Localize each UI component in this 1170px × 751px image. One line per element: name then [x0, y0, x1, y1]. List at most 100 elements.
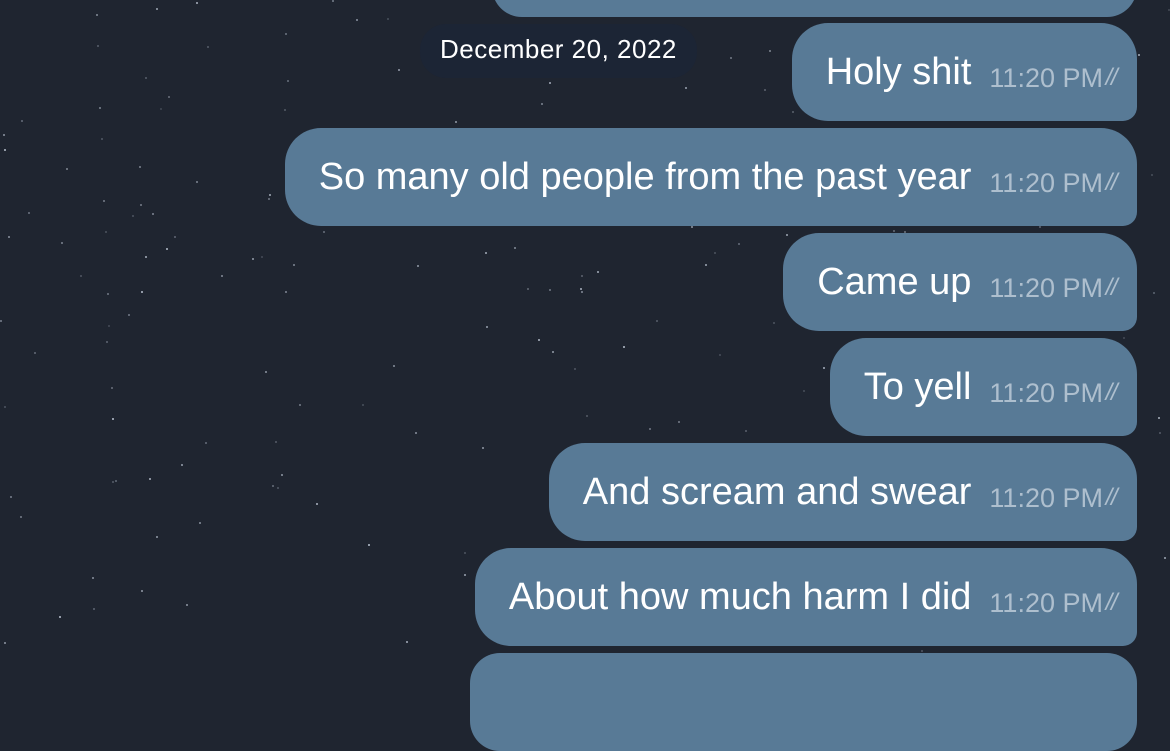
message-bubble-partial[interactable]: [492, 0, 1137, 17]
star: [0, 319, 3, 322]
star: [272, 485, 275, 488]
star: [19, 515, 22, 518]
star: [655, 319, 658, 322]
star: [486, 326, 489, 329]
star: [1158, 416, 1161, 419]
date-separator: December 20, 2022: [420, 24, 697, 78]
star: [541, 102, 544, 105]
star: [206, 46, 209, 49]
star: [623, 346, 626, 349]
star: [60, 242, 63, 245]
message-bubble[interactable]: So many old people from the past year 11…: [284, 128, 1137, 226]
star: [283, 109, 286, 112]
star: [131, 215, 134, 218]
star: [417, 264, 420, 267]
star: [152, 213, 155, 216]
star: [677, 421, 680, 423]
star: [773, 322, 776, 325]
message-bubble[interactable]: Came up 11:20 PM //: [783, 233, 1137, 331]
star: [405, 641, 408, 644]
star: [514, 247, 517, 250]
star: [269, 194, 272, 197]
star: [730, 56, 733, 59]
message-text: So many old people from the past year: [318, 155, 972, 198]
star: [261, 255, 264, 258]
star: [713, 252, 716, 255]
star: [464, 573, 466, 576]
star: [737, 243, 740, 246]
star: [159, 107, 162, 110]
star: [173, 236, 176, 239]
message-bubble[interactable]: To yell 11:20 PM //: [829, 338, 1137, 436]
message-time: 11:20 PM: [989, 587, 1103, 618]
star: [127, 313, 130, 316]
star: [285, 290, 288, 293]
star: [276, 487, 279, 490]
star: [221, 275, 224, 278]
star: [684, 86, 687, 89]
star: [705, 263, 708, 266]
star: [1158, 432, 1161, 435]
star: [156, 8, 159, 11]
star: [1137, 54, 1140, 57]
message-bubble[interactable]: Holy shit 11:20 PM //: [791, 23, 1137, 121]
message-time: 11:20 PM: [989, 272, 1103, 303]
star: [649, 427, 652, 430]
star: [99, 107, 102, 109]
message-text: And scream and swear: [582, 470, 972, 513]
star: [368, 543, 371, 546]
star: [112, 417, 115, 420]
message-bubble-partial[interactable]: [470, 653, 1137, 751]
star: [100, 138, 103, 141]
star: [893, 230, 896, 233]
message-bubble[interactable]: And scream and swear 11:20 PM //: [548, 443, 1137, 541]
star: [415, 431, 418, 434]
star: [285, 33, 288, 36]
star: [9, 496, 12, 499]
star: [141, 291, 144, 294]
star: [280, 473, 283, 476]
message-bubble[interactable]: About how much harm I did 11:20 PM //: [474, 548, 1137, 646]
star: [392, 365, 395, 368]
message-time: 11:20 PM: [989, 167, 1103, 198]
star: [4, 641, 7, 644]
star: [139, 166, 142, 169]
star: [95, 13, 98, 16]
star: [110, 386, 113, 389]
star: [823, 366, 826, 369]
star: [33, 352, 36, 355]
message-text: Came up: [817, 260, 972, 303]
message-time: 11:20 PM: [989, 482, 1103, 513]
star: [21, 119, 24, 122]
star: [482, 446, 485, 449]
star: [596, 271, 599, 274]
star: [3, 133, 6, 136]
message-text: About how much harm I did: [508, 575, 972, 618]
star: [763, 89, 766, 92]
message-text: Holy shit: [825, 50, 972, 93]
star: [745, 429, 748, 432]
star: [195, 180, 198, 183]
star: [551, 351, 554, 354]
star: [91, 576, 94, 579]
star: [93, 607, 96, 610]
star: [580, 275, 583, 278]
star: [718, 354, 721, 357]
star: [275, 440, 278, 443]
star: [8, 236, 11, 239]
star: [1150, 173, 1153, 176]
star: [791, 110, 794, 113]
star: [267, 197, 270, 200]
star: [548, 289, 551, 292]
message-time: 11:20 PM: [989, 377, 1103, 408]
star: [111, 480, 114, 483]
star: [168, 96, 171, 99]
star: [921, 650, 924, 653]
star: [114, 479, 117, 482]
star: [386, 18, 389, 21]
star: [180, 463, 183, 466]
star: [105, 340, 108, 343]
star: [527, 288, 530, 291]
star: [355, 19, 358, 22]
star: [186, 603, 189, 606]
